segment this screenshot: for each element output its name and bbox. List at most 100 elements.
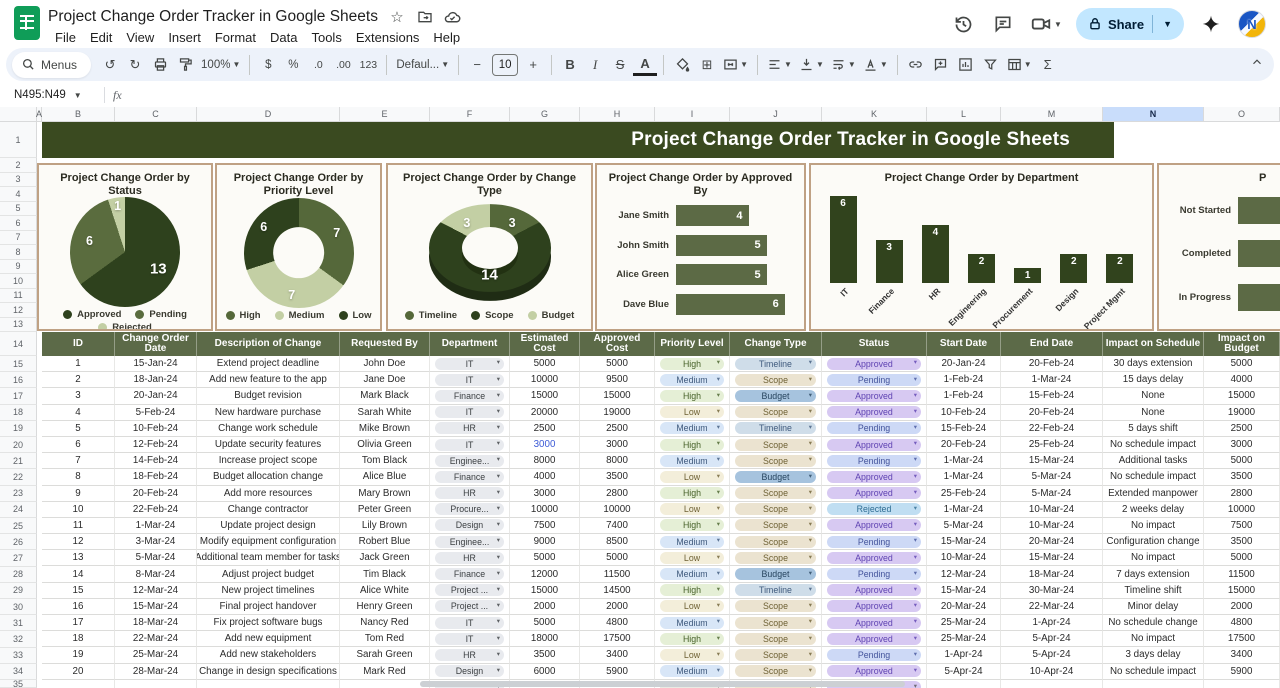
cell-id[interactable]: 11 [42, 518, 115, 534]
cell-id[interactable]: 16 [42, 599, 115, 615]
dropdown-chip[interactable]: Enginee...▾ [435, 536, 504, 548]
cell-end-date[interactable]: 5-Apr-24 [1001, 631, 1103, 647]
cell-priority-level[interactable]: Medium▾ [655, 664, 730, 680]
cell-requested-by[interactable]: Nancy Red [340, 615, 430, 631]
cell-requested-by[interactable]: Peter Green [340, 502, 430, 518]
cell-change-type[interactable]: Scope▾ [730, 405, 822, 421]
cell-department[interactable]: IT▾ [430, 615, 510, 631]
insert-comment-button[interactable] [929, 52, 953, 78]
menu-tools[interactable]: Tools [304, 29, 348, 46]
cell-status[interactable]: Approved▾ [822, 631, 927, 647]
cell-id[interactable]: 1 [42, 356, 115, 372]
cell-id[interactable]: 4 [42, 405, 115, 421]
cell-priority-level[interactable]: Low▾ [655, 599, 730, 615]
cell-department[interactable]: HR▾ [430, 550, 510, 566]
cell-approved-cost[interactable]: 5000 [580, 356, 655, 372]
cell-priority-level[interactable]: Low▾ [655, 405, 730, 421]
functions-button[interactable]: Σ [1036, 52, 1060, 78]
cell-end-date[interactable]: 5-Apr-24 [1001, 647, 1103, 663]
cell-id[interactable]: 19 [42, 647, 115, 663]
dropdown-chip[interactable]: IT▾ [435, 633, 504, 645]
cell-status[interactable]: Approved▾ [822, 469, 927, 485]
cell-department[interactable]: Enginee...▾ [430, 453, 510, 469]
cell-approved-cost[interactable]: 17500 [580, 631, 655, 647]
cell-description-of-change[interactable]: Extend project deadline [197, 356, 340, 372]
cell-description-of-change[interactable]: Update security features [197, 437, 340, 453]
row-header-22[interactable]: 22 [0, 469, 37, 485]
cell-start-date[interactable]: 15-Mar-24 [927, 534, 1001, 550]
cell-priority-level[interactable]: High▾ [655, 486, 730, 502]
column-header-G[interactable]: G [510, 107, 580, 122]
cell-change-order-date[interactable]: 22-Feb-24 [115, 502, 197, 518]
cell-status[interactable]: Approved▾ [822, 405, 927, 421]
chart-project-change-order-by-priority-level[interactable]: Project Change Order by Priority Level77… [215, 163, 382, 331]
cell-change-type[interactable]: Scope▾ [730, 518, 822, 534]
dropdown-chip[interactable]: Low▾ [660, 649, 724, 661]
cell-approved-cost[interactable]: 3500 [580, 469, 655, 485]
cell-impact-on-schedule[interactable]: Minor delay [1103, 599, 1204, 615]
menu-insert[interactable]: Insert [161, 29, 208, 46]
cell-description-of-change[interactable]: Fix project software bugs [197, 615, 340, 631]
dropdown-chip[interactable]: HR▾ [435, 487, 504, 499]
vertical-align-button[interactable]: ▼ [796, 52, 827, 78]
row-header-17[interactable]: 17 [0, 388, 37, 404]
cell-end-date[interactable]: 22-Feb-24 [1001, 421, 1103, 437]
dropdown-chip[interactable]: Approved▾ [827, 617, 921, 629]
decrease-decimal-button[interactable]: .0 [306, 52, 330, 78]
dropdown-chip[interactable]: High▾ [660, 487, 724, 499]
cell-department[interactable]: Design▾ [430, 518, 510, 534]
dropdown-chip[interactable]: Pending▾ [827, 536, 921, 548]
row-header-28[interactable]: 28 [0, 567, 37, 583]
cell-impact-on-schedule[interactable]: 5 days shift [1103, 421, 1204, 437]
dropdown-chip[interactable]: Pending▾ [827, 455, 921, 467]
cell-start-date[interactable]: 12-Mar-24 [927, 566, 1001, 582]
column-header-M[interactable]: M [1001, 107, 1103, 122]
cell-start-date[interactable]: 10-Feb-24 [927, 405, 1001, 421]
cell-end-date[interactable]: 10-Mar-24 [1001, 502, 1103, 518]
cell-priority-level[interactable]: Medium▾ [655, 372, 730, 388]
cell-description-of-change[interactable]: Add new feature to the app [197, 372, 340, 388]
insert-link-button[interactable] [904, 52, 928, 78]
menus-search-button[interactable]: Menus [12, 52, 91, 78]
dropdown-chip[interactable]: Finance▾ [435, 471, 504, 483]
chart-p[interactable]: PNot StartedCompletedIn Progress [1157, 163, 1280, 331]
cell-change-order-date[interactable]: 28-Mar-24 [115, 664, 197, 680]
cell-department[interactable]: Project ...▾ [430, 599, 510, 615]
dropdown-chip[interactable]: Approved▾ [827, 406, 921, 418]
row-header-6[interactable]: 6 [0, 216, 37, 231]
dropdown-chip[interactable]: IT▾ [435, 439, 504, 451]
column-header-F[interactable]: F [430, 107, 510, 122]
cell-id[interactable]: 14 [42, 566, 115, 582]
cell-estimated-cost[interactable]: 4000 [510, 469, 580, 485]
cell-status[interactable]: Approved▾ [822, 615, 927, 631]
row-header-12[interactable]: 12 [0, 303, 37, 318]
dropdown-chip[interactable]: IT▾ [435, 617, 504, 629]
cell-change-order-date[interactable]: 22-Mar-24 [115, 631, 197, 647]
cell-change-type[interactable]: Timeline▾ [730, 583, 822, 599]
dropdown-chip[interactable]: Scope▾ [735, 536, 816, 548]
cell-end-date[interactable]: 15-Feb-24 [1001, 388, 1103, 404]
cell-impact-on-schedule[interactable]: No schedule change [1103, 615, 1204, 631]
cell-end-date[interactable]: 20-Mar-24 [1001, 534, 1103, 550]
collapse-toolbar-icon[interactable] [1250, 55, 1264, 74]
column-header-O[interactable]: O [1204, 107, 1280, 122]
cell-id[interactable]: 13 [42, 550, 115, 566]
cell-impact-on-schedule[interactable]: No schedule impact [1103, 469, 1204, 485]
cell-approved-cost[interactable]: 10000 [580, 502, 655, 518]
cell-empty[interactable] [1103, 680, 1204, 688]
dropdown-chip[interactable]: Scope▾ [735, 552, 816, 564]
cell-start-date[interactable]: 1-Feb-24 [927, 388, 1001, 404]
column-header-C[interactable]: C [115, 107, 197, 122]
cell-approved-cost[interactable]: 4800 [580, 615, 655, 631]
cell-status[interactable]: Approved▾ [822, 550, 927, 566]
cell-priority-level[interactable]: Medium▾ [655, 453, 730, 469]
dropdown-chip[interactable]: High▾ [660, 633, 724, 645]
cell-requested-by[interactable]: Lily Brown [340, 518, 430, 534]
dropdown-chip[interactable]: Scope▾ [735, 649, 816, 661]
cell-impact-on-budget[interactable]: 4000 [1204, 372, 1280, 388]
dropdown-chip[interactable]: Finance▾ [435, 390, 504, 402]
cell-impact-on-budget[interactable]: 2000 [1204, 599, 1280, 615]
cell-status[interactable]: Approved▾ [822, 388, 927, 404]
increase-decimal-button[interactable]: .00 [331, 52, 355, 78]
cell-end-date[interactable]: 20-Feb-24 [1001, 405, 1103, 421]
